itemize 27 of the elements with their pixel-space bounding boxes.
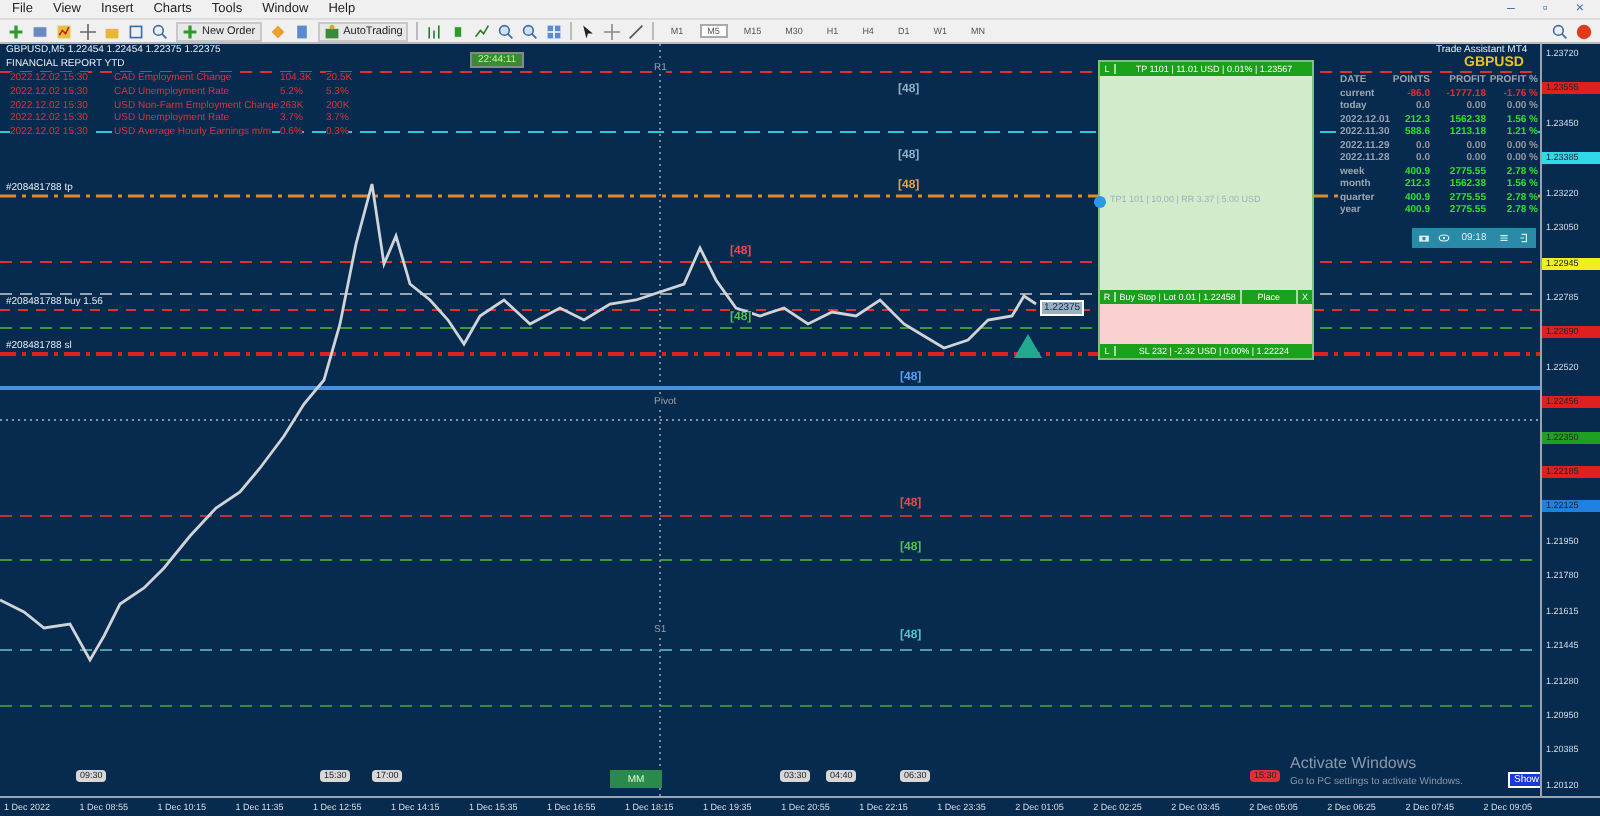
crosshair-icon[interactable]: [80, 23, 96, 39]
robot-icon: [323, 23, 340, 39]
triangle-icon: [1014, 334, 1042, 358]
plus-icon[interactable]: [8, 23, 24, 39]
plus-icon: [182, 23, 198, 39]
cursor-icon[interactable]: [580, 23, 597, 39]
chart-icon[interactable]: [56, 23, 72, 39]
search-icon[interactable]: [1552, 23, 1568, 39]
exit-icon[interactable]: [1518, 232, 1530, 244]
zoom-out-icon[interactable]: [522, 23, 539, 39]
camera-icon[interactable]: [1418, 232, 1430, 244]
bar-chart-icon[interactable]: [426, 23, 443, 39]
square-icon[interactable]: [128, 23, 144, 39]
entry-handle[interactable]: [1094, 196, 1106, 208]
diamond-icon[interactable]: [269, 23, 286, 39]
grid-icon[interactable]: [546, 23, 563, 39]
crosshair-icon[interactable]: [604, 23, 621, 39]
zoom-in-icon[interactable]: [498, 23, 515, 39]
line-chart-icon[interactable]: [474, 23, 491, 39]
eye-icon[interactable]: [1438, 232, 1450, 244]
menu-icon[interactable]: [1498, 232, 1510, 244]
notification-icon[interactable]: [1576, 23, 1592, 39]
candle-icon[interactable]: [450, 23, 467, 39]
document-icon[interactable]: [293, 23, 310, 39]
line-tool-icon[interactable]: [628, 23, 645, 39]
activation-title: Activate Windows: [1290, 754, 1417, 772]
magnifier-icon[interactable]: [152, 23, 168, 39]
